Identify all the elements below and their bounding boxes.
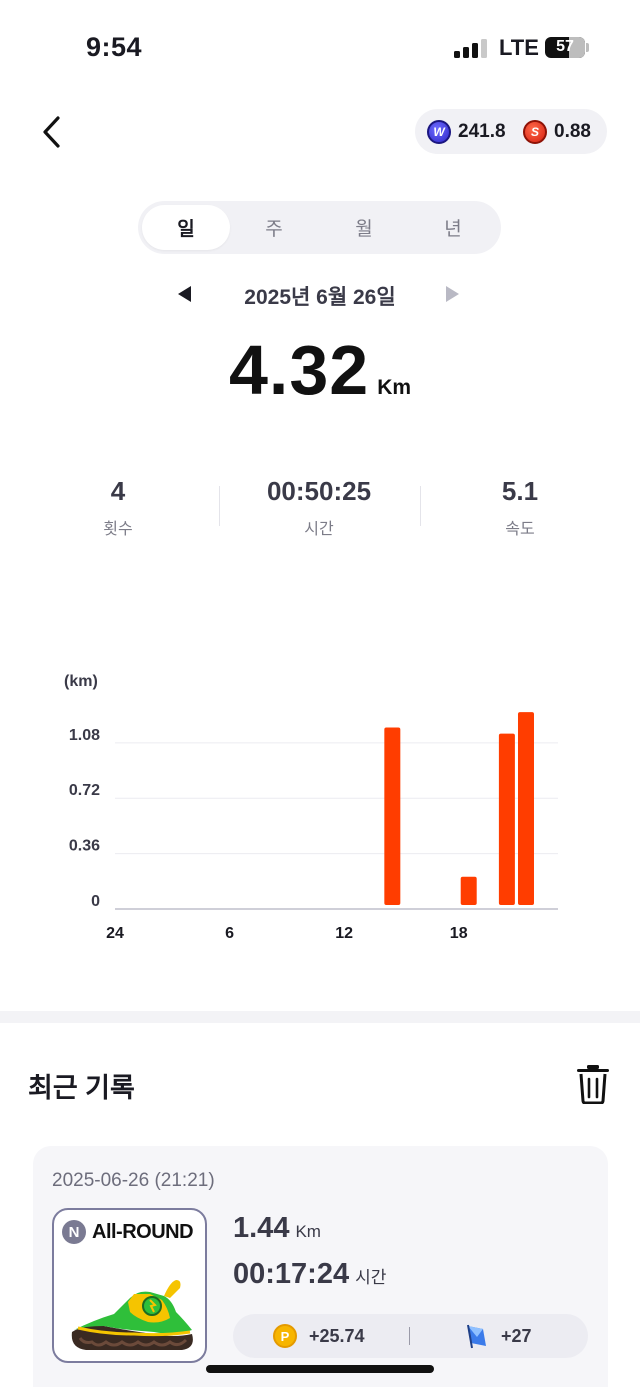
stat-time-label: 시간 (304, 521, 334, 538)
chart-bar (460, 876, 477, 905)
tab-year[interactable]: 년 (409, 205, 497, 250)
stat-count-label: 횟수 (103, 521, 133, 538)
chart-x-tick-label: 6 (225, 925, 234, 942)
shoe-brand: N All-ROUND (62, 1220, 194, 1244)
trash-icon (577, 1065, 609, 1105)
w-token-value: 241.8 (458, 120, 506, 142)
chart-x-tick-label: 12 (335, 925, 353, 942)
tab-week[interactable]: 주 (230, 205, 318, 250)
reward-divider (409, 1327, 410, 1345)
chart-bar (517, 712, 534, 905)
signal-strength-icon (454, 38, 488, 58)
next-date-button[interactable] (446, 286, 459, 302)
delete-button[interactable] (574, 1064, 612, 1105)
tab-day[interactable]: 일 (142, 205, 230, 250)
shoe-card: N All-ROUND (52, 1208, 207, 1363)
chart-y-tick-label: 0.36 (69, 838, 100, 855)
flag-reward-value: +27 (501, 1325, 532, 1346)
stat-speed-value: 5.1 (501, 476, 539, 506)
record-time-value: 00:17:24 (233, 1258, 350, 1290)
chart-y-tick-label: 1.08 (69, 727, 100, 744)
chart-bar (498, 733, 515, 905)
stat-time: 00:50:25 시간 (219, 476, 419, 539)
shoe-name: All-ROUND (92, 1220, 194, 1243)
section-separator (0, 1011, 640, 1023)
distance-unit: Km (377, 376, 412, 399)
stat-count-value: 4 (110, 476, 126, 506)
reward-pill: P +25.74 +27 (233, 1314, 588, 1358)
s-token-icon: S (523, 119, 547, 144)
record-distance: 1.44 Km (233, 1212, 321, 1245)
selected-date: 2025년 6월 26일 (244, 286, 396, 309)
status-time: 9:54 (86, 32, 143, 62)
point-reward-value: +25.74 (309, 1325, 365, 1346)
w-token-icon: W (427, 119, 451, 144)
stat-count: 4 횟수 (18, 476, 218, 539)
status-bar: 9:54 LTE 57 (0, 0, 640, 96)
shoe-badge-icon: N (62, 1220, 86, 1244)
record-time-unit: 시간 (355, 1268, 387, 1287)
record-distance-unit: Km (295, 1222, 321, 1241)
record-distance-value: 1.44 (233, 1212, 290, 1244)
distance-value: 4.32 (228, 331, 370, 409)
sneaker-icon (71, 1280, 193, 1350)
total-distance: 4.32 Km (0, 330, 640, 410)
hourly-distance-chart: (km) 1.08 0.72 0.36 0 24 6 12 18 (64, 673, 558, 942)
record-datetime: 2025-06-26 (21:21) (52, 1170, 215, 1191)
record-time: 00:17:24 시간 (233, 1258, 386, 1291)
battery-icon: 57 (545, 37, 585, 58)
battery-tip (586, 43, 589, 52)
flag-icon (467, 1324, 486, 1349)
chevron-left-icon (43, 116, 60, 148)
chart-y-tick-label: 0 (91, 893, 100, 910)
previous-date-button[interactable] (178, 286, 191, 302)
network-type: LTE (499, 35, 539, 60)
tab-month[interactable]: 월 (320, 205, 408, 250)
chart-bar (384, 727, 401, 905)
stat-speed: 5.1 속도 (420, 476, 620, 539)
chart-x-tick-label: 24 (106, 925, 124, 942)
recent-records-title: 최근 기록 (28, 1073, 135, 1103)
token-balance-pill[interactable]: W 241.8 S 0.88 (415, 109, 607, 154)
home-indicator (206, 1365, 434, 1373)
chart-y-unit-label: (km) (64, 673, 98, 690)
record-card[interactable]: 2025-06-26 (21:21) N All-ROUND 1.44 Km 00… (33, 1146, 608, 1387)
s-token-value: 0.88 (554, 120, 591, 142)
back-button[interactable] (36, 112, 72, 152)
w-token-balance: W 241.8 (427, 109, 506, 154)
chart-y-tick-label: 0.72 (69, 782, 100, 799)
battery-level: 57 (556, 38, 574, 55)
point-coin-icon: P (273, 1324, 297, 1348)
period-tabs: 일 주 월 년 (138, 201, 501, 254)
stat-speed-label: 속도 (505, 521, 535, 538)
s-token-balance: S 0.88 (523, 109, 591, 154)
chart-x-tick-label: 18 (450, 925, 468, 942)
flag-reward: +27 (465, 1314, 532, 1358)
stat-time-value: 00:50:25 (266, 476, 372, 506)
point-reward: P +25.74 (273, 1314, 365, 1358)
